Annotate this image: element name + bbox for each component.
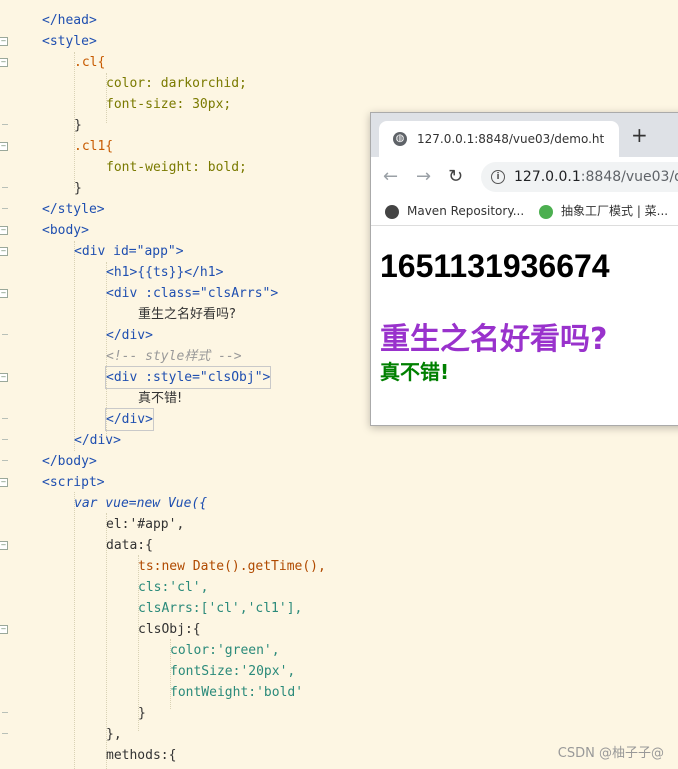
address-bar[interactable]: i 127.0.0.1:8848/vue03/de <box>481 162 678 192</box>
code-line: <div :class="clsArrs"> <box>106 286 279 301</box>
fold-end-icon <box>2 187 8 188</box>
code-line: </div> <box>74 433 121 448</box>
code-line-highlighted: </div> <box>105 408 154 431</box>
code-line: </body> <box>42 454 97 469</box>
code-line: cls:'cl', <box>138 580 209 595</box>
info-icon[interactable]: i <box>491 170 505 184</box>
code-line: clsObj:{ <box>138 622 201 637</box>
code-line: </style> <box>42 202 105 217</box>
bookmark-maven[interactable]: Maven Repository... <box>385 197 524 225</box>
fold-toggle-icon[interactable]: − <box>0 373 8 382</box>
bookmarks-bar: Maven Repository... 抽象工厂模式 | 菜... <box>371 197 678 226</box>
code-line: fontWeight:'bold' <box>170 685 304 700</box>
fold-toggle-icon[interactable]: − <box>0 289 8 298</box>
timestamp-heading: 1651131936674 <box>380 248 610 284</box>
code-line: } <box>74 118 82 133</box>
browser-window: ◍ 127.0.0.1:8848/vue03/demo.ht + ← → ↻ i… <box>370 112 678 426</box>
fold-toggle-icon[interactable]: − <box>0 226 8 235</box>
code-line: } <box>138 706 146 721</box>
style-bound-text: 真不错! <box>380 360 450 384</box>
fold-toggle-icon[interactable]: − <box>0 58 8 67</box>
forward-arrow-icon[interactable]: → <box>416 166 431 188</box>
bookmark-label: 抽象工厂模式 | 菜... <box>561 204 669 218</box>
code-line: </div> <box>106 328 153 343</box>
code-line: var vue=new Vue({ <box>74 496 208 511</box>
code-line: el:'#app', <box>106 517 185 532</box>
code-line: color:'green', <box>170 643 280 658</box>
watermark: CSDN @柚子子@ <box>557 746 664 761</box>
code-line: ts:new Date().getTime(), <box>138 559 326 574</box>
fold-end-icon <box>2 124 8 125</box>
code-line: <script> <box>42 475 105 490</box>
fold-toggle-icon[interactable]: − <box>0 625 8 634</box>
code-line: 重生之名好看吗? <box>138 307 236 322</box>
page-viewport: 1651131936674 重生之名好看吗? 真不错! <box>371 226 678 425</box>
fold-end-icon <box>2 460 8 461</box>
new-tab-button[interactable]: + <box>631 125 648 145</box>
fold-end-icon <box>2 439 8 440</box>
code-line: <style> <box>42 34 97 49</box>
indent-guide <box>74 492 75 769</box>
code-comment: <!-- style样式 --> <box>106 349 242 364</box>
fold-toggle-icon[interactable]: − <box>0 37 8 46</box>
code-line: <div id="app"> <box>74 244 184 259</box>
fold-end-icon <box>2 208 8 209</box>
code-line: </head> <box>42 13 97 28</box>
url-host: 127.0.0.1 <box>514 169 581 185</box>
code-line: } <box>74 181 82 196</box>
code-line: <body> <box>42 223 89 238</box>
fold-toggle-icon[interactable]: − <box>0 247 8 256</box>
class-bound-text: 重生之名好看吗? <box>380 322 608 357</box>
code-line: 真不错! <box>138 391 183 406</box>
fold-end-icon <box>2 334 8 335</box>
code-line: color: darkorchid; <box>106 76 247 91</box>
bookmark-runoob[interactable]: 抽象工厂模式 | 菜... <box>539 197 668 225</box>
code-line: fontSize:'20px', <box>170 664 296 679</box>
editor-gutter: − − − − − − − − − − <box>0 0 14 769</box>
tab-title: 127.0.0.1:8848/vue03/demo.ht <box>417 132 605 146</box>
fold-end-icon <box>2 418 8 419</box>
browser-tab[interactable]: ◍ 127.0.0.1:8848/vue03/demo.ht <box>379 121 619 157</box>
code-line: font-weight: bold; <box>106 160 247 175</box>
indent-guide <box>74 241 75 451</box>
code-line: .cl1{ <box>74 139 114 154</box>
code-line: }, <box>106 727 122 742</box>
code-line: clsArrs:['cl','cl1'], <box>138 601 303 616</box>
fold-end-icon <box>2 712 8 713</box>
url-text: 127.0.0.1:8848/vue03/de <box>514 162 678 192</box>
runoob-icon <box>539 204 553 219</box>
globe-icon <box>385 204 399 219</box>
url-path: :8848/vue03/de <box>580 169 678 185</box>
browser-toolbar: ← → ↻ i 127.0.0.1:8848/vue03/de <box>371 157 678 197</box>
back-arrow-icon[interactable]: ← <box>383 166 398 188</box>
fold-toggle-icon[interactable]: − <box>0 142 8 151</box>
bookmark-label: Maven Repository... <box>407 204 525 218</box>
fold-end-icon <box>2 733 8 734</box>
fold-toggle-icon[interactable]: − <box>0 478 8 487</box>
code-line: font-size: 30px; <box>106 97 232 112</box>
globe-icon: ◍ <box>393 132 407 146</box>
fold-toggle-icon[interactable]: − <box>0 541 8 550</box>
code-line: .cl{ <box>74 55 106 70</box>
code-line: <h1>{{ts}}</h1> <box>106 265 224 280</box>
code-line: methods:{ <box>106 748 177 763</box>
reload-icon[interactable]: ↻ <box>448 166 463 188</box>
tab-bar: ◍ 127.0.0.1:8848/vue03/demo.ht + <box>371 113 678 157</box>
code-line-highlighted: <div :style="clsObj"> <box>104 366 272 389</box>
code-line: data:{ <box>106 538 153 553</box>
